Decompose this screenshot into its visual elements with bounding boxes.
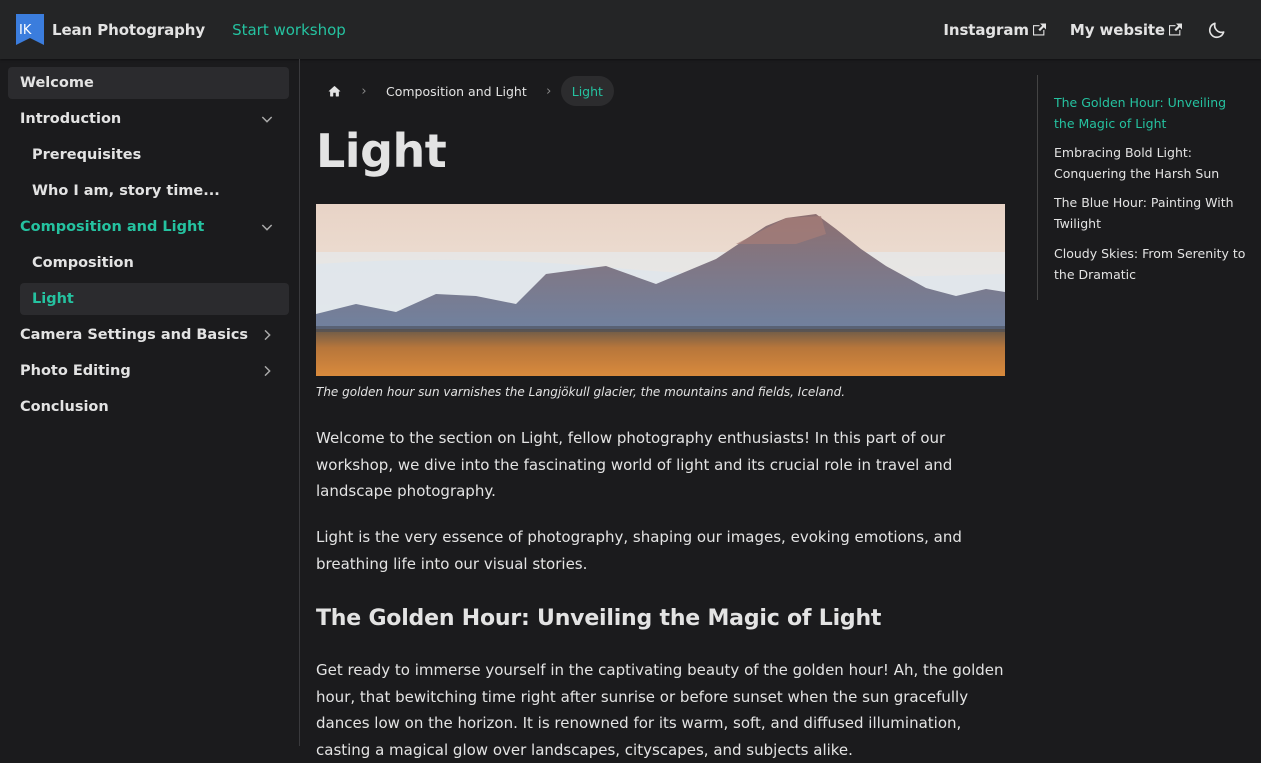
golden-hour-paragraph: Get ready to immerse yourself in the cap… (316, 661, 1004, 759)
toc-item-cloudy-skies[interactable]: Cloudy Skies: From Serenity to the Drama… (1054, 243, 1249, 285)
image-caption: The golden hour sun varnishes the Langjö… (316, 385, 846, 399)
sidebar-item-label: Introduction (20, 111, 122, 127)
sidebar-item-conclusion[interactable]: Conclusion (8, 391, 289, 423)
breadcrumb-item-composition-and-light[interactable]: Composition and Light (376, 84, 537, 99)
logo-icon: IK (16, 14, 44, 45)
sidebar-item-label: Composition and Light (20, 219, 205, 235)
breadcrumb-separator-icon: › (361, 83, 367, 99)
sidebar-item-prerequisites[interactable]: Prerequisites (20, 139, 289, 171)
home-icon[interactable] (316, 76, 352, 106)
sidebar-item-introduction[interactable]: Introduction (8, 103, 289, 135)
brand-link[interactable]: IK Lean Photography (16, 14, 205, 45)
sidebar-item-label: Conclusion (20, 399, 109, 415)
chevron-down-icon[interactable] (259, 219, 275, 235)
toc-item-bold-light[interactable]: Embracing Bold Light: Conquering the Har… (1054, 142, 1249, 184)
instagram-link-label: Instagram (943, 20, 1029, 39)
sidebar: Welcome Introduction Prerequisites Who I… (0, 59, 300, 746)
light-essence-paragraph: Light is the very essence of photography… (316, 528, 962, 573)
start-workshop-link[interactable]: Start workshop (232, 21, 346, 39)
toc-item-blue-hour[interactable]: The Blue Hour: Painting With Twilight (1054, 192, 1249, 234)
sidebar-item-label: Composition (32, 255, 134, 271)
sidebar-item-label: Photo Editing (20, 363, 131, 379)
sidebar-item-label: Welcome (20, 75, 94, 91)
sidebar-item-label: Light (32, 291, 74, 307)
sidebar-item-label: Camera Settings and Basics (20, 327, 249, 343)
sidebar-item-composition[interactable]: Composition (20, 247, 289, 279)
logo-text: IK (19, 23, 32, 38)
table-of-contents: The Golden Hour: Unveiling the Magic of … (1037, 75, 1257, 300)
intro-paragraph: Welcome to the section on Light, fellow … (316, 429, 953, 500)
instagram-link[interactable]: Instagram (943, 20, 1046, 39)
external-link-icon (1032, 23, 1046, 36)
breadcrumb-current: Light (560, 76, 614, 106)
sidebar-item-camera-settings[interactable]: Camera Settings and Basics (8, 319, 289, 351)
top-navbar: IK Lean Photography Start workshop Insta… (0, 0, 1261, 59)
sidebar-item-composition-and-light[interactable]: Composition and Light (8, 211, 289, 243)
brand-title: Lean Photography (52, 20, 206, 39)
dark-mode-toggle-icon[interactable] (1206, 19, 1228, 41)
chevron-right-icon[interactable] (259, 327, 275, 343)
my-website-link[interactable]: My website (1070, 21, 1182, 39)
breadcrumb: › Composition and Light › Light (316, 76, 614, 106)
breadcrumb-separator-icon: › (546, 83, 552, 99)
sidebar-item-label: Prerequisites (32, 147, 142, 163)
page-title: Light (316, 124, 447, 178)
sidebar-item-label: Who I am, story time... (32, 183, 220, 199)
sidebar-item-light[interactable]: Light (20, 283, 289, 315)
sidebar-item-who-i-am[interactable]: Who I am, story time... (20, 175, 289, 207)
hero-image (316, 204, 1005, 376)
section-heading-golden-hour: The Golden Hour: Unveiling the Magic of … (316, 606, 882, 631)
sidebar-item-welcome[interactable]: Welcome (8, 67, 289, 99)
my-website-link-label: My website (1069, 20, 1165, 39)
toc-item-golden-hour[interactable]: The Golden Hour: Unveiling the Magic of … (1054, 92, 1249, 134)
chevron-right-icon[interactable] (259, 363, 275, 379)
sidebar-item-photo-editing[interactable]: Photo Editing (8, 355, 289, 387)
external-link-icon (1169, 23, 1182, 36)
chevron-down-icon[interactable] (259, 111, 275, 127)
